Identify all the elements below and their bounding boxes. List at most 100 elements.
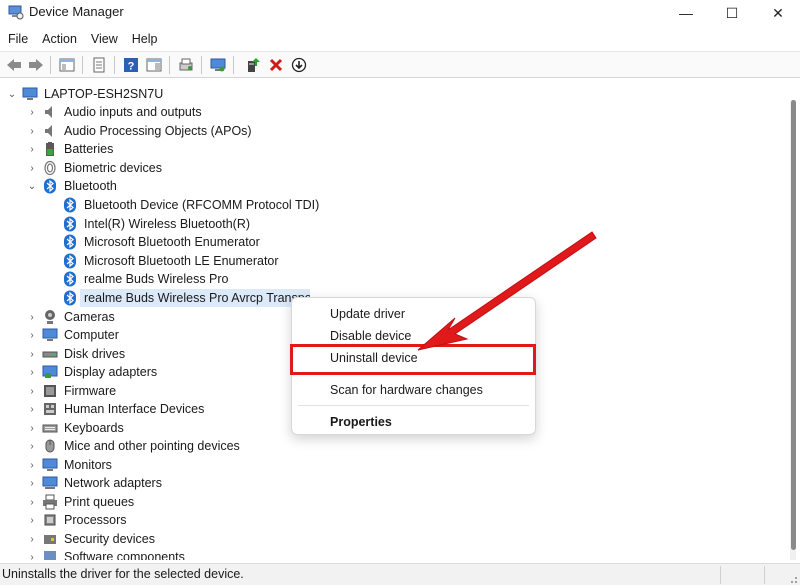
tree-category-label: Print queues bbox=[64, 495, 135, 509]
security-icon bbox=[44, 535, 56, 544]
firmware-icon bbox=[44, 385, 56, 397]
bluetooth-icon bbox=[44, 178, 56, 194]
network-adapter-icon bbox=[42, 476, 58, 489]
tree-category-label: Firmware bbox=[64, 384, 117, 398]
software-icon bbox=[44, 551, 56, 560]
action-pane-button[interactable] bbox=[144, 55, 164, 75]
bluetooth-icon bbox=[64, 216, 76, 232]
chevron-right-icon[interactable]: › bbox=[26, 548, 38, 561]
update-driver-button[interactable] bbox=[243, 55, 263, 75]
chevron-right-icon[interactable]: › bbox=[26, 400, 38, 418]
scan-hardware-icon bbox=[179, 58, 193, 71]
chevron-right-icon[interactable]: › bbox=[26, 474, 38, 492]
device-manager-icon bbox=[8, 5, 24, 20]
camera-icon bbox=[45, 310, 55, 324]
menu-action[interactable]: Action bbox=[35, 28, 84, 50]
show-hide-console-tree-icon bbox=[59, 58, 75, 72]
minimize-button[interactable]: — bbox=[663, 0, 709, 26]
menu-file[interactable]: File bbox=[0, 28, 35, 50]
chevron-right-icon[interactable]: › bbox=[26, 103, 38, 121]
tree-device-label: Bluetooth Device (RFCOMM Protocol TDI) bbox=[84, 198, 320, 212]
tree-category-label: Audio Processing Objects (APOs) bbox=[64, 124, 252, 138]
chevron-right-icon[interactable]: › bbox=[26, 419, 38, 437]
back-button[interactable] bbox=[4, 55, 24, 75]
monitor-icon bbox=[210, 58, 226, 72]
monitor-icon bbox=[42, 458, 58, 471]
processor-icon bbox=[44, 514, 56, 526]
status-text: Uninstalls the driver for the selected d… bbox=[2, 567, 244, 581]
toolbar-separator bbox=[50, 56, 51, 74]
show-hide-console-tree-button[interactable] bbox=[57, 55, 77, 75]
tree-category-label: Software components bbox=[64, 550, 185, 560]
forward-button[interactable] bbox=[26, 55, 46, 75]
help-icon: ? bbox=[124, 58, 138, 73]
chevron-right-icon[interactable]: › bbox=[26, 511, 38, 529]
chevron-right-icon[interactable]: › bbox=[26, 122, 38, 140]
computer-icon bbox=[22, 87, 38, 100]
chevron-down-icon[interactable]: ⌄ bbox=[6, 85, 18, 103]
battery-icon bbox=[46, 142, 54, 156]
tree-device-label: Intel(R) Wireless Bluetooth(R) bbox=[84, 217, 251, 231]
chevron-right-icon[interactable]: › bbox=[26, 159, 38, 177]
chevron-right-icon[interactable]: › bbox=[26, 530, 38, 548]
scan-hardware-button[interactable] bbox=[176, 55, 196, 75]
window-title: Device Manager bbox=[29, 4, 124, 19]
hid-icon bbox=[44, 403, 56, 415]
toolbar-separator bbox=[82, 56, 83, 74]
tree-category-label: Computer bbox=[64, 328, 119, 342]
chevron-right-icon[interactable]: › bbox=[26, 437, 38, 455]
tree-category-label: Cameras bbox=[64, 310, 115, 324]
uninstall-device-button[interactable] bbox=[266, 55, 286, 75]
update-driver-icon bbox=[248, 58, 260, 72]
minimize-icon: — bbox=[679, 5, 693, 21]
chevron-right-icon[interactable]: › bbox=[26, 493, 38, 511]
disk-drive-icon bbox=[42, 351, 58, 358]
scrollbar-thumb[interactable] bbox=[791, 100, 796, 550]
properties-button[interactable] bbox=[89, 55, 109, 75]
tree-device-label: Microsoft Bluetooth LE Enumerator bbox=[84, 254, 279, 268]
close-icon: ✕ bbox=[772, 4, 784, 21]
disable-device-button[interactable] bbox=[289, 55, 309, 75]
tree-category-label: Processors bbox=[64, 513, 127, 527]
tree-category-label: Disk drives bbox=[64, 347, 126, 361]
tree-category-label: Security devices bbox=[64, 532, 156, 546]
tree-category-label: Audio inputs and outputs bbox=[64, 105, 202, 119]
monitor-button[interactable] bbox=[208, 55, 228, 75]
maximize-button[interactable]: ☐ bbox=[709, 0, 755, 26]
svg-text:?: ? bbox=[128, 61, 135, 73]
back-icon bbox=[7, 59, 21, 71]
tree-device-label: realme Buds Wireless Pro bbox=[84, 272, 229, 286]
chevron-right-icon[interactable]: › bbox=[26, 308, 38, 326]
resize-grip-icon[interactable] bbox=[786, 572, 798, 584]
chevron-down-icon[interactable]: ⌄ bbox=[26, 177, 38, 195]
display-adapter-icon bbox=[42, 365, 58, 378]
menu-view[interactable]: View bbox=[84, 28, 125, 50]
keyboard-icon bbox=[42, 424, 58, 433]
tree-category-label: Bluetooth bbox=[64, 179, 117, 193]
chevron-right-icon[interactable]: › bbox=[26, 363, 38, 381]
tree-category-label: Network adapters bbox=[64, 476, 162, 490]
tree-category-label: Monitors bbox=[64, 458, 112, 472]
title-bar: Device Manager — ☐ ✕ bbox=[0, 0, 800, 26]
menu-help[interactable]: Help bbox=[125, 28, 165, 50]
status-divider bbox=[764, 566, 765, 584]
menu-separator bbox=[298, 405, 529, 406]
tree-category-label: Human Interface Devices bbox=[64, 402, 205, 416]
chevron-right-icon[interactable]: › bbox=[26, 140, 38, 158]
bluetooth-icon bbox=[64, 290, 76, 306]
menu-item-properties[interactable]: Properties bbox=[292, 411, 535, 433]
mouse-icon bbox=[45, 439, 55, 453]
close-button[interactable]: ✕ bbox=[755, 0, 800, 26]
help-button[interactable]: ? bbox=[121, 55, 141, 75]
status-divider bbox=[720, 566, 721, 584]
menu-item-update-driver[interactable]: Update driver bbox=[292, 303, 535, 325]
bluetooth-icon bbox=[64, 234, 76, 250]
chevron-right-icon[interactable]: › bbox=[26, 345, 38, 363]
chevron-right-icon[interactable]: › bbox=[26, 382, 38, 400]
chevron-right-icon[interactable]: › bbox=[26, 326, 38, 344]
action-pane-icon bbox=[146, 58, 162, 72]
bluetooth-icon bbox=[64, 253, 76, 269]
toolbar: ? bbox=[0, 51, 800, 78]
chevron-right-icon[interactable]: › bbox=[26, 456, 38, 474]
menu-item-scan-hardware[interactable]: Scan for hardware changes bbox=[292, 379, 535, 401]
